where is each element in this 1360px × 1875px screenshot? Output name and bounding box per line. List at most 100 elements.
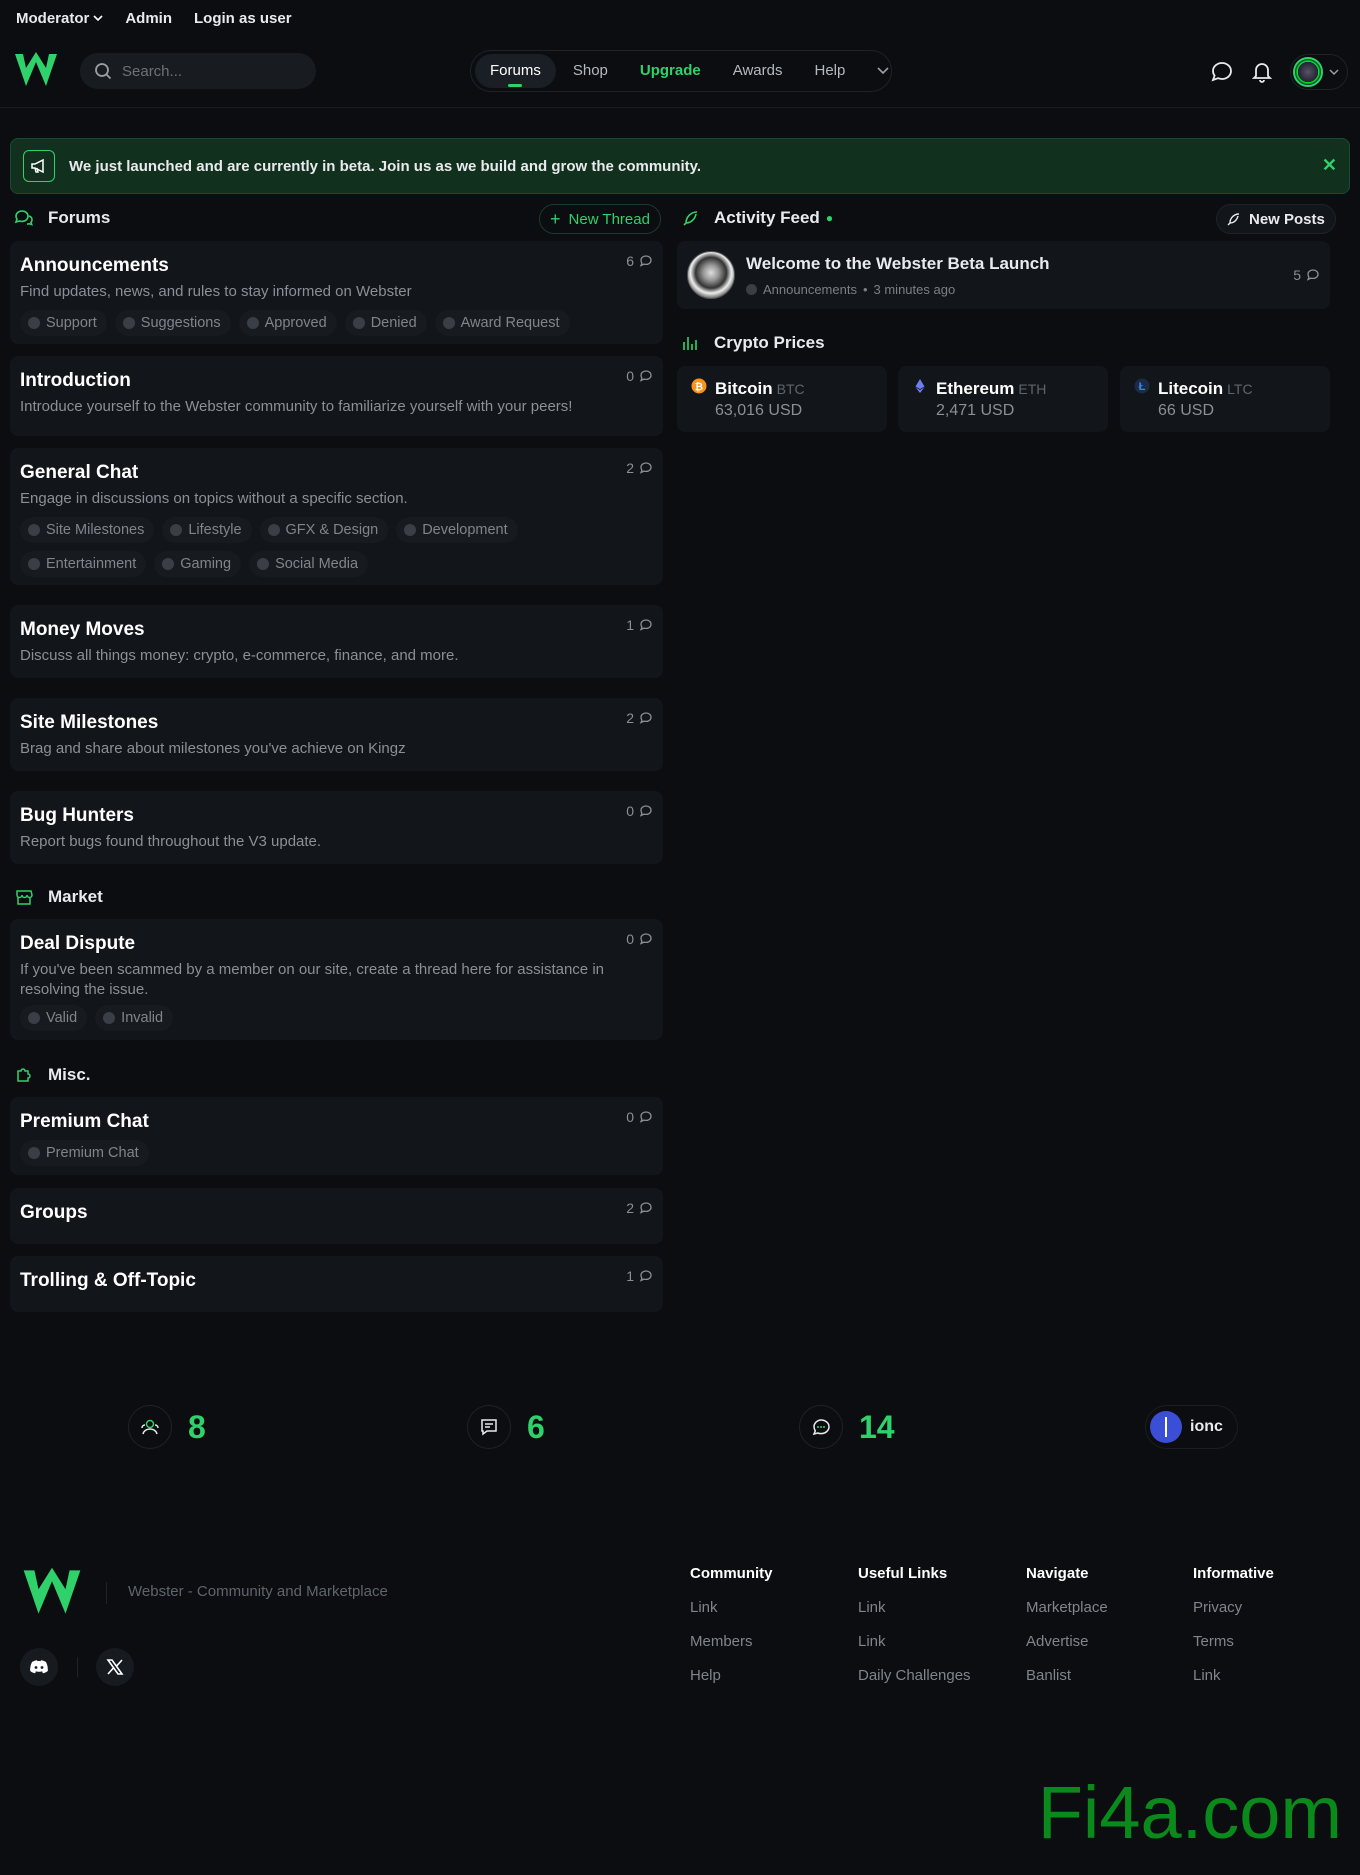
feather-icon — [1227, 213, 1240, 226]
comment-icon — [639, 619, 652, 631]
tab-awards[interactable]: Awards — [718, 54, 798, 88]
nav-more-button[interactable] — [862, 54, 904, 88]
new-posts-button[interactable]: New Posts — [1216, 204, 1336, 234]
avatar — [1293, 57, 1323, 87]
banner-text: We just launched and are currently in be… — [69, 157, 702, 175]
subforum-tag[interactable]: Approved — [238, 310, 337, 336]
forum-title[interactable]: Announcements — [20, 255, 169, 277]
footer-link[interactable]: Link — [858, 1633, 971, 1650]
webster-logo[interactable] — [18, 1565, 86, 1619]
tab-shop[interactable]: Shop — [558, 54, 623, 88]
forum-title[interactable]: Premium Chat — [20, 1111, 149, 1133]
forum-title[interactable]: Introduction — [20, 370, 131, 392]
forum-dot-icon — [746, 284, 757, 295]
subforum-tag[interactable]: Award Request — [434, 310, 570, 336]
close-icon[interactable]: ✕ — [1322, 155, 1337, 176]
subforum-tag[interactable]: Denied — [344, 310, 427, 336]
subforum-tag[interactable]: Suggestions — [114, 310, 231, 336]
footer-link[interactable]: Link — [690, 1599, 773, 1616]
webster-logo[interactable] — [14, 50, 58, 90]
footer-link[interactable]: Advertise — [1026, 1633, 1108, 1650]
thread-time: 3 minutes ago — [873, 282, 956, 297]
thread-title[interactable]: Welcome to the Webster Beta Launch — [746, 254, 1050, 274]
thread-forum[interactable]: Announcements — [763, 282, 857, 297]
tab-upgrade[interactable]: Upgrade — [625, 54, 716, 88]
discord-icon[interactable] — [20, 1648, 58, 1686]
subforum-tag[interactable]: Premium Chat — [20, 1140, 149, 1166]
forum-title[interactable]: Bug Hunters — [20, 805, 134, 827]
comment-icon — [639, 933, 652, 945]
crypto-card-bitcoin[interactable]: ₿ Bitcoin BTC 63,016 USD — [677, 366, 887, 432]
moderator-menu[interactable]: Moderator — [16, 10, 103, 27]
divider — [106, 1582, 107, 1604]
footer-link[interactable]: Privacy — [1193, 1599, 1274, 1616]
tab-help[interactable]: Help — [799, 54, 860, 88]
activity-feed-item[interactable]: Welcome to the Webster Beta Launch Annou… — [677, 241, 1330, 309]
subforum-tag[interactable]: Entertainment — [20, 551, 147, 577]
misc-section-heading: Misc. — [14, 1065, 91, 1085]
crypto-card-litecoin[interactable]: Ł Litecoin LTC 66 USD — [1120, 366, 1330, 432]
crypto-card-ethereum[interactable]: Ethereum ETH 2,471 USD — [898, 366, 1108, 432]
subforum-tags: Support Suggestions Approved Denied Awar… — [20, 310, 620, 336]
footer-link[interactable]: Help — [690, 1667, 773, 1684]
subforum-tag[interactable]: Development — [396, 517, 518, 543]
forum-title[interactable]: Trolling & Off-Topic — [20, 1270, 196, 1292]
bell-icon[interactable] — [1250, 60, 1274, 84]
posts-icon — [799, 1405, 843, 1449]
forum-card-site-milestones[interactable]: Site Milestones 2 Brag and share about m… — [10, 698, 663, 771]
footer-link[interactable]: Banlist — [1026, 1667, 1108, 1684]
forum-card-trolling-off-topic[interactable]: Trolling & Off-Topic 1 — [10, 1256, 663, 1312]
comment-icon — [639, 712, 652, 724]
coin-price: 63,016 USD — [715, 402, 803, 419]
chart-icon — [683, 337, 697, 350]
forum-title[interactable]: Money Moves — [20, 619, 145, 641]
footer-link[interactable]: Daily Challenges — [858, 1667, 971, 1684]
subforum-tag[interactable]: Support — [20, 310, 107, 336]
subforum-tag[interactable]: Valid — [20, 1005, 88, 1031]
user-menu[interactable] — [1290, 54, 1348, 90]
footer-link[interactable]: Marketplace — [1026, 1599, 1108, 1616]
footer-link[interactable]: Terms — [1193, 1633, 1274, 1650]
forum-card-deal-dispute[interactable]: Deal Dispute 0 If you've been scammed by… — [10, 919, 663, 1040]
subforum-tag[interactable]: Social Media — [249, 551, 369, 577]
forum-card-announcements[interactable]: Announcements 6 Find updates, news, and … — [10, 241, 663, 344]
footer-link[interactable]: Members — [690, 1633, 773, 1650]
subforum-tags: Valid Invalid — [20, 1005, 620, 1031]
search-placeholder: Search... — [122, 62, 183, 80]
comment-icon — [639, 370, 652, 382]
forum-card-money-moves[interactable]: Money Moves 1 Discuss all things money: … — [10, 605, 663, 678]
x-twitter-icon[interactable] — [96, 1648, 134, 1686]
admin-link[interactable]: Admin — [125, 10, 172, 27]
forum-card-groups[interactable]: Groups 2 — [10, 1188, 663, 1244]
tab-forums[interactable]: Forums — [475, 54, 556, 88]
forum-card-bug-hunters[interactable]: Bug Hunters 0 Report bugs found througho… — [10, 791, 663, 864]
footer-link[interactable]: Link — [1193, 1667, 1274, 1684]
forums-icon — [14, 210, 33, 226]
footer-link[interactable]: Link — [858, 1599, 971, 1616]
thread-count: 0 — [626, 1109, 653, 1125]
subforum-tag[interactable]: Lifestyle — [162, 517, 252, 543]
login-as-user-link[interactable]: Login as user — [194, 10, 292, 27]
forum-title[interactable]: General Chat — [20, 462, 138, 484]
forum-card-premium-chat[interactable]: Premium Chat 0 Premium Chat — [10, 1097, 663, 1175]
forum-card-introduction[interactable]: Introduction 0 Introduce yourself to the… — [10, 356, 663, 436]
forum-card-general-chat[interactable]: General Chat 2 Engage in discussions on … — [10, 448, 663, 585]
subforum-tag[interactable]: Invalid — [95, 1005, 174, 1031]
comment-icon — [639, 1270, 652, 1282]
forum-title[interactable]: Site Milestones — [20, 712, 158, 734]
search-input[interactable]: Search... — [80, 53, 316, 89]
chat-icon[interactable] — [1210, 60, 1234, 84]
subforum-tag[interactable]: Site Milestones — [20, 517, 155, 543]
live-dot-icon: ● — [825, 211, 834, 225]
section-title: Activity Feed — [714, 208, 820, 227]
forum-description: Discuss all things money: crypto, e-comm… — [20, 647, 459, 664]
new-thread-button[interactable]: + New Thread — [539, 204, 661, 234]
thread-count: 6 — [626, 253, 653, 269]
latest-member[interactable]: ionc — [1145, 1405, 1238, 1449]
forum-title[interactable]: Deal Dispute — [20, 933, 135, 955]
forum-title[interactable]: Groups — [20, 1202, 88, 1224]
footer-column-useful-links: Useful Links Link Link Daily Challenges — [858, 1565, 971, 1701]
subforum-tag[interactable]: GFX & Design — [259, 517, 389, 543]
subforum-tag[interactable]: Gaming — [154, 551, 242, 577]
stat-members: 8 — [128, 1405, 206, 1449]
